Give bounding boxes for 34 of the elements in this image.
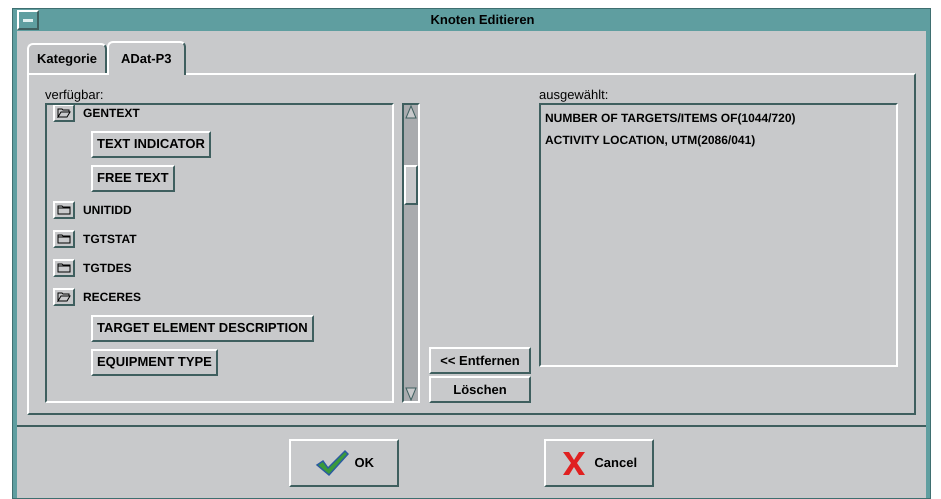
folder-icon[interactable] bbox=[53, 258, 75, 276]
tree-node-label[interactable]: TGTSTAT bbox=[83, 230, 137, 248]
ok-button[interactable]: OK bbox=[289, 438, 400, 486]
scroll-down-icon[interactable] bbox=[404, 387, 418, 401]
tree-node-label[interactable]: TGTDES bbox=[83, 258, 132, 276]
tree-node-label[interactable]: RECERES bbox=[83, 288, 142, 306]
checkmark-icon bbox=[314, 448, 348, 476]
minus-icon bbox=[23, 18, 33, 22]
list-item[interactable]: ACTIVITY LOCATION, UTM(2086/041) bbox=[545, 131, 892, 149]
available-label: verfügbar: bbox=[45, 86, 105, 103]
window-title: Knoten Editieren bbox=[429, 11, 536, 30]
remove-button[interactable]: << Entfernen bbox=[429, 347, 531, 374]
cancel-button[interactable]: Cancel bbox=[544, 438, 654, 486]
scroll-up-icon[interactable] bbox=[404, 105, 418, 119]
scrollbar-thumb[interactable] bbox=[404, 165, 418, 205]
tree-node-label[interactable]: UNITIDD bbox=[83, 200, 132, 218]
open-folder-icon[interactable] bbox=[53, 288, 75, 306]
tree-leaf-button[interactable]: TEXT INDICATOR bbox=[91, 130, 211, 158]
delete-button[interactable]: Löschen bbox=[429, 376, 531, 403]
selected-list[interactable]: NUMBER OF TARGETS/ITEMS OF(1044/720) ACTIVITY LOCATION, UTM(2086/041) bbox=[539, 103, 898, 367]
tree-leaf-button[interactable]: FREE TEXT bbox=[91, 164, 175, 192]
vertical-scrollbar[interactable] bbox=[402, 103, 420, 403]
list-item[interactable]: NUMBER OF TARGETS/ITEMS OF(1044/720) bbox=[545, 109, 892, 127]
folder-icon[interactable] bbox=[53, 230, 75, 248]
selected-label: ausgewählt: bbox=[539, 86, 610, 103]
open-folder-icon[interactable] bbox=[53, 105, 75, 122]
tree-node-label[interactable]: GENTEXT bbox=[83, 105, 140, 122]
available-tree-list[interactable]: GENTEXT TEXT INDICATOR FREE TEXT UNITIDD TGTSTAT TGTDES RECERES TARGET ELEMENT DESCRIPTION EQUIPMENT TYPE bbox=[45, 103, 394, 403]
window-menu-button[interactable] bbox=[17, 10, 39, 30]
tab[interactable]: Kategorie bbox=[27, 43, 107, 73]
tree-leaf-button[interactable]: TARGET ELEMENT DESCRIPTION bbox=[91, 314, 314, 342]
folder-icon[interactable] bbox=[53, 200, 75, 218]
tab[interactable]: ADat-P3 bbox=[106, 41, 186, 75]
tree-leaf-button[interactable]: EQUIPMENT TYPE bbox=[91, 348, 218, 376]
